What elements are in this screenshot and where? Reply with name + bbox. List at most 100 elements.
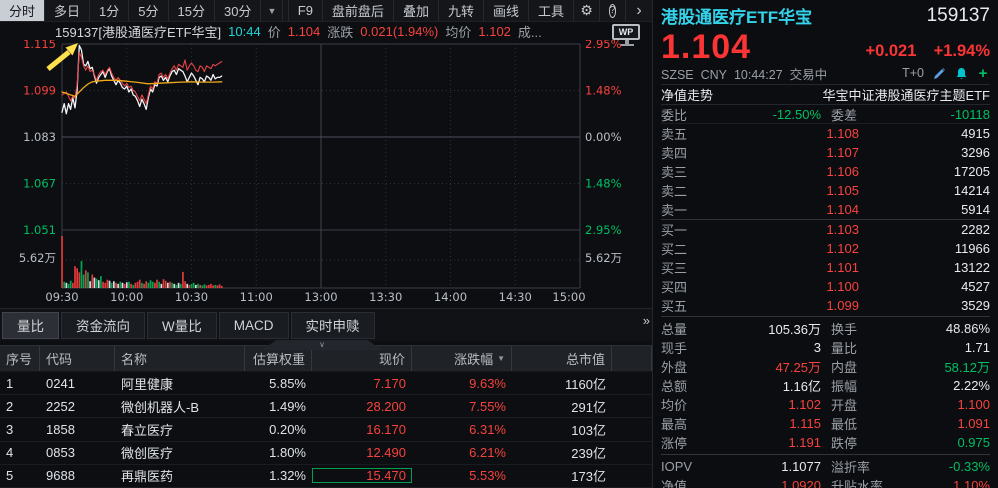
- indicator-tab-2[interactable]: 资金流向: [61, 312, 145, 339]
- expand-panel-icon[interactable]: »: [643, 313, 650, 328]
- col-header-label: 现价: [379, 349, 405, 368]
- volume-bar: [124, 284, 126, 288]
- bid-price: 1.102: [709, 241, 859, 256]
- col-header-1[interactable]: 序号: [0, 346, 40, 371]
- time-axis-label: 10:00: [110, 290, 143, 304]
- volume-bar: [91, 274, 93, 288]
- period-tab-group: 分时多日1分5分15分30分: [0, 0, 261, 21]
- stat-value: 1.091: [891, 416, 990, 431]
- indicator-tab-1[interactable]: 量比: [2, 312, 59, 339]
- avg-price-line: [62, 80, 222, 96]
- stat-label: 溢折率: [831, 457, 891, 476]
- price-cell: 28.200: [312, 399, 412, 414]
- ask-volume: 5914: [859, 202, 990, 217]
- volume-bar: [122, 283, 124, 288]
- left-axis-label: 1.083: [23, 130, 56, 144]
- indicator-tab-3[interactable]: W量比: [147, 312, 217, 339]
- edit-pencil-icon[interactable]: [932, 66, 946, 80]
- help-glyph: ?: [609, 4, 617, 18]
- panel-action-icons: T+0 +: [902, 66, 990, 80]
- collapse-handle[interactable]: ∨: [262, 340, 382, 350]
- stock-code: 9688: [40, 468, 115, 483]
- period-tab-1[interactable]: 分时: [0, 0, 45, 21]
- volume-bar: [221, 286, 223, 288]
- add-to-watchlist-icon[interactable]: +: [976, 66, 990, 80]
- tool-button-2[interactable]: 盘前盘后: [323, 0, 394, 21]
- settings-gear-icon[interactable]: ⚙: [574, 0, 600, 21]
- tool-button-1[interactable]: F9: [288, 0, 323, 21]
- ask-row-4[interactable]: 卖二1.10514214: [661, 181, 990, 200]
- col-header-3[interactable]: 名称: [115, 346, 245, 371]
- table-row[interactable]: 31858春立医疗0.20%16.1706.31%103亿: [0, 418, 652, 441]
- wp-monitor-screen: WP: [612, 24, 640, 40]
- stat-label: 最高: [661, 414, 709, 433]
- holdings-table-body: 10241阿里健康5.85%7.1709.63%1160亿22252微创机器人-…: [0, 372, 652, 488]
- indicator-tab-5[interactable]: 实时申赎: [291, 312, 375, 339]
- ask-label: 卖四: [661, 143, 709, 162]
- volume-bar: [148, 283, 150, 288]
- table-row[interactable]: 40853微创医疗1.80%12.4906.21%239亿: [0, 442, 652, 465]
- ask-label: 卖二: [661, 181, 709, 200]
- bid-volume: 13122: [859, 260, 990, 275]
- period-tab-6[interactable]: 30分: [215, 0, 261, 21]
- period-more-caret-icon[interactable]: ▼: [261, 0, 283, 21]
- change-cell: 5.53%: [412, 468, 512, 483]
- ask-row-3[interactable]: 卖三1.10617205: [661, 162, 990, 181]
- change-cell: 6.21%: [412, 445, 512, 460]
- price-cell: 12.490: [312, 445, 412, 460]
- volume-bar: [201, 285, 203, 288]
- period-tab-4[interactable]: 5分: [129, 0, 168, 21]
- stock-code: 0853: [40, 445, 115, 460]
- time-axis-label: 09:30: [45, 290, 78, 304]
- tool-button-6[interactable]: 工具: [529, 0, 574, 21]
- indicator-tab-4[interactable]: MACD: [219, 312, 289, 339]
- time-axis-label: 14:00: [434, 290, 467, 304]
- intraday-chart[interactable]: 1.1151.0991.0831.0671.0512.95%1.48%0.00%…: [0, 40, 652, 308]
- col-header-2[interactable]: 代码: [40, 346, 115, 371]
- volume-bar: [189, 285, 191, 288]
- table-row[interactable]: 10241阿里健康5.85%7.1709.63%1160亿: [0, 372, 652, 395]
- nav-trend-row[interactable]: 净值走势 华宝中证港股通医疗主题ETF: [661, 84, 990, 105]
- tool-button-3[interactable]: 叠加: [394, 0, 439, 21]
- bid-label: 买四: [661, 277, 709, 296]
- period-tab-2[interactable]: 多日: [45, 0, 90, 21]
- bid-volume: 3529: [859, 298, 990, 313]
- weight-cell: 1.49%: [245, 399, 312, 414]
- help-icon[interactable]: ?: [600, 0, 626, 21]
- table-row[interactable]: 59688再鼎医药1.32%15.4705.53%173亿: [0, 465, 652, 488]
- table-row[interactable]: 22252微创机器人-B1.49%28.2007.55%291亿: [0, 395, 652, 418]
- volume-bar: [163, 279, 165, 288]
- stat-value: 1.16亿: [709, 376, 821, 395]
- bid-row-3[interactable]: 买三1.10113122: [661, 258, 990, 277]
- stat-label: 均价: [661, 395, 709, 414]
- stat-row-3: 外盘47.25万内盘58.12万: [661, 357, 990, 376]
- ask-row-2[interactable]: 卖四1.1073296: [661, 143, 990, 162]
- col-header-6[interactable]: 涨跌幅▼: [412, 346, 512, 371]
- stat-value: 1.115: [709, 416, 821, 431]
- bid-volume: 11966: [859, 241, 990, 256]
- col-header-7[interactable]: 总市值: [512, 346, 612, 371]
- fund-name-title: 港股通医疗ETF华宝: [661, 3, 812, 28]
- alert-bell-icon[interactable]: [954, 66, 968, 80]
- bid-row-5[interactable]: 买五1.0993529: [661, 296, 990, 315]
- stat-label: 振幅: [831, 376, 891, 395]
- period-tab-5[interactable]: 15分: [169, 0, 215, 21]
- ask-row-5[interactable]: 卖一1.1045914: [661, 200, 990, 219]
- stat-label: 净值: [661, 476, 709, 488]
- indicator-tab-strip: 量比资金流向W量比MACD实时申赎 »: [0, 308, 652, 341]
- volume-bar: [85, 270, 87, 288]
- volume-bar: [113, 281, 115, 288]
- tool-button-5[interactable]: 画线: [484, 0, 529, 21]
- bid-row-1[interactable]: 买一1.1032282: [661, 220, 990, 239]
- bid-row-4[interactable]: 买四1.1004527: [661, 277, 990, 296]
- bid-label: 买五: [661, 296, 709, 315]
- stat-label: 量比: [831, 338, 891, 357]
- period-tab-3[interactable]: 1分: [90, 0, 129, 21]
- volume-bar: [212, 285, 214, 288]
- volume-bar: [107, 280, 109, 288]
- more-tools-chevron-icon[interactable]: ›: [626, 0, 652, 21]
- ask-label: 卖一: [661, 200, 709, 219]
- tool-button-4[interactable]: 九转: [439, 0, 484, 21]
- ask-row-1[interactable]: 卖五1.1084915: [661, 124, 990, 143]
- bid-row-2[interactable]: 买二1.10211966: [661, 239, 990, 258]
